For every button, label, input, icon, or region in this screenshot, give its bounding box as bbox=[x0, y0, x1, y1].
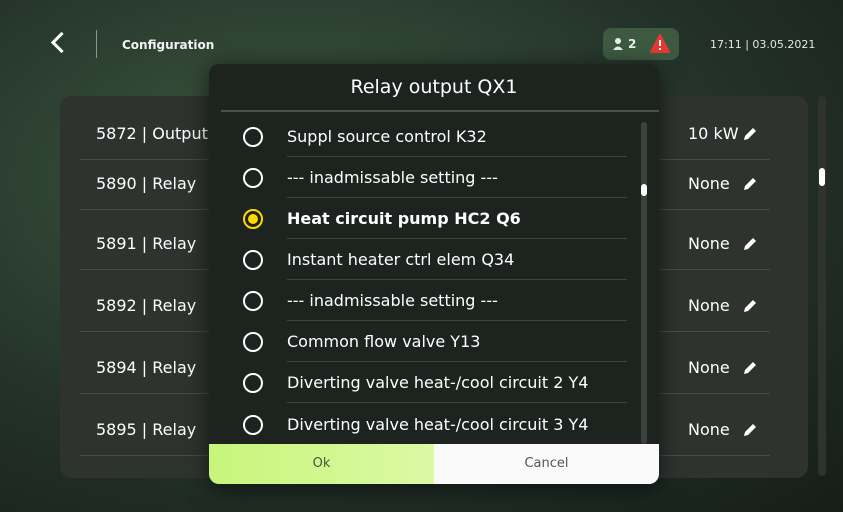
dialog-scrollbar-thumb[interactable] bbox=[641, 184, 647, 196]
edit-pencil-icon[interactable] bbox=[740, 420, 760, 440]
parameter-label: 5872 | Output bbox=[96, 124, 208, 143]
option-label: Heat circuit pump HC2 Q6 bbox=[287, 209, 521, 228]
option-label: Suppl source control K32 bbox=[287, 127, 487, 146]
option-label: Instant heater ctrl elem Q34 bbox=[287, 250, 515, 269]
user-count: 2 bbox=[628, 37, 637, 51]
option-label: Common flow valve Y13 bbox=[287, 332, 481, 351]
radio-unselected-icon[interactable] bbox=[243, 373, 263, 393]
option-item[interactable]: --- inadmissable setting --- bbox=[209, 157, 659, 198]
dialog-divider bbox=[221, 110, 659, 112]
radio-unselected-icon[interactable] bbox=[243, 415, 263, 435]
option-item[interactable]: Diverting valve heat-/cool circuit 3 Y4 bbox=[209, 404, 659, 445]
parameter-label: 5892 | Relay bbox=[96, 296, 197, 315]
option-item[interactable]: Instant heater ctrl elem Q34 bbox=[209, 239, 659, 280]
alarm-warning-icon bbox=[650, 34, 670, 53]
radio-unselected-icon[interactable] bbox=[243, 127, 263, 147]
cancel-button[interactable]: Cancel bbox=[434, 444, 659, 484]
dialog-scrollbar[interactable] bbox=[641, 122, 647, 444]
parameter-label: 5895 | Relay bbox=[96, 420, 197, 439]
edit-pencil-icon[interactable] bbox=[740, 358, 760, 378]
edit-pencil-icon[interactable] bbox=[740, 124, 760, 144]
radio-unselected-icon[interactable] bbox=[243, 291, 263, 311]
radio-unselected-icon[interactable] bbox=[243, 332, 263, 352]
ok-button[interactable]: Ok bbox=[209, 444, 434, 484]
option-label: --- inadmissable setting --- bbox=[287, 168, 498, 187]
list-scrollbar[interactable] bbox=[818, 96, 826, 476]
parameter-value: None bbox=[688, 358, 730, 377]
parameter-label: 5891 | Relay bbox=[96, 234, 197, 253]
parameter-value: None bbox=[688, 234, 730, 253]
option-item[interactable]: Suppl source control K32 bbox=[209, 116, 659, 157]
option-label: Diverting valve heat-/cool circuit 3 Y4 bbox=[287, 415, 589, 434]
users-icon bbox=[613, 38, 623, 50]
radio-unselected-icon[interactable] bbox=[243, 168, 263, 188]
radio-selected-icon[interactable] bbox=[243, 209, 263, 229]
edit-pencil-icon[interactable] bbox=[740, 174, 760, 194]
parameter-value: 10 kW bbox=[688, 124, 739, 143]
status-indicator[interactable]: 2 bbox=[603, 28, 679, 60]
edit-pencil-icon[interactable] bbox=[740, 234, 760, 254]
option-label: --- inadmissable setting --- bbox=[287, 291, 498, 310]
dialog-title: Relay output QX1 bbox=[350, 76, 518, 98]
datetime: 17:11 | 03.05.2021 bbox=[710, 38, 816, 51]
breadcrumb: Configuration bbox=[122, 38, 215, 52]
option-item[interactable]: --- inadmissable setting --- bbox=[209, 280, 659, 321]
option-item-selected[interactable]: Heat circuit pump HC2 Q6 bbox=[209, 198, 659, 239]
option-item[interactable]: Diverting valve heat-/cool circuit 2 Y4 bbox=[209, 362, 659, 403]
relay-output-dialog: Relay output QX1 Suppl source control K3… bbox=[209, 64, 659, 484]
parameter-label: 5890 | Relay bbox=[96, 174, 197, 193]
parameter-label: 5894 | Relay bbox=[96, 358, 197, 377]
radio-unselected-icon[interactable] bbox=[243, 250, 263, 270]
edit-pencil-icon[interactable] bbox=[740, 296, 760, 316]
parameter-value: None bbox=[688, 420, 730, 439]
list-scrollbar-thumb[interactable] bbox=[819, 168, 825, 186]
option-item[interactable]: Common flow valve Y13 bbox=[209, 321, 659, 362]
divider bbox=[96, 30, 97, 58]
parameter-value: None bbox=[688, 174, 730, 193]
option-label: Diverting valve heat-/cool circuit 2 Y4 bbox=[287, 373, 589, 392]
option-divider bbox=[287, 402, 627, 403]
back-arrow-icon[interactable] bbox=[48, 30, 70, 56]
parameter-value: None bbox=[688, 296, 730, 315]
